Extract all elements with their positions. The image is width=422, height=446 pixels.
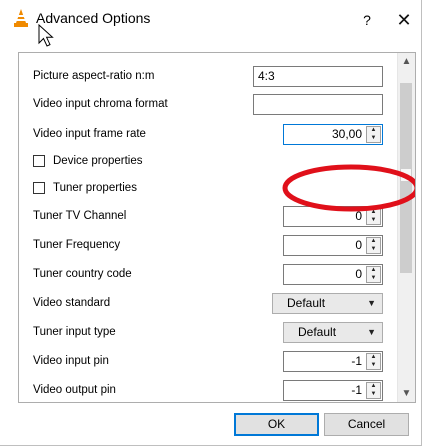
chroma-format-row: Video input chroma format xyxy=(19,92,397,118)
aspect-ratio-input[interactable]: 4:3 xyxy=(253,66,383,87)
tuner-properties-row[interactable]: Tuner properties xyxy=(19,177,397,203)
spin-down-arrow-icon[interactable]: ▼ xyxy=(367,275,380,282)
tuner-input-type-select[interactable]: Default ▼ xyxy=(283,322,383,343)
spin-up-arrow-icon[interactable]: ▲ xyxy=(367,354,380,361)
tuner-country-code-stepper[interactable]: ▲ ▼ xyxy=(366,266,381,283)
ok-button[interactable]: OK xyxy=(234,413,319,436)
video-input-pin-value: -1 xyxy=(351,354,362,368)
video-output-pin-value: -1 xyxy=(351,383,362,397)
spin-down-arrow-icon[interactable]: ▼ xyxy=(367,217,380,224)
vertical-scrollbar[interactable]: ▲ ▼ xyxy=(397,53,415,402)
help-button[interactable]: ? xyxy=(352,8,382,32)
tuner-input-type-value: Default xyxy=(298,325,337,339)
video-standard-label: Video standard xyxy=(33,297,111,309)
close-button[interactable]: ✕ xyxy=(392,8,416,32)
frame-rate-stepper[interactable]: ▲ ▼ xyxy=(366,126,381,143)
mouse-pointer-icon xyxy=(38,24,54,47)
tuner-input-type-label: Tuner input type xyxy=(33,326,116,338)
frame-rate-label: Video input frame rate xyxy=(33,128,146,140)
device-properties-row[interactable]: Device properties xyxy=(19,150,397,176)
aspect-ratio-label: Picture aspect-ratio n:m xyxy=(33,70,155,82)
spin-up-arrow-icon[interactable]: ▲ xyxy=(367,238,380,245)
title-bar: Advanced Options ? ✕ xyxy=(0,0,421,40)
video-input-pin-stepper[interactable]: ▲ ▼ xyxy=(366,353,381,370)
cancel-button[interactable]: Cancel xyxy=(324,413,409,436)
tuner-country-code-spinbox[interactable]: 0 ▲ ▼ xyxy=(283,264,383,285)
spin-up-arrow-icon[interactable]: ▲ xyxy=(367,209,380,216)
tuner-tv-channel-stepper[interactable]: ▲ ▼ xyxy=(366,208,381,225)
tuner-input-type-row: Tuner input type Default ▼ xyxy=(19,320,397,346)
vlc-cone-icon xyxy=(14,9,28,27)
video-input-pin-spinbox[interactable]: -1 ▲ ▼ xyxy=(283,351,383,372)
spin-up-arrow-icon[interactable]: ▲ xyxy=(367,383,380,390)
spin-down-arrow-icon[interactable]: ▼ xyxy=(367,246,380,253)
aspect-ratio-row: Picture aspect-ratio n:m 4:3 xyxy=(19,64,397,90)
frame-rate-row: Video input frame rate 30,00 ▲ ▼ xyxy=(19,122,397,148)
spin-down-arrow-icon[interactable]: ▼ xyxy=(367,391,380,398)
options-panel: Picture aspect-ratio n:m 4:3 Video input… xyxy=(18,52,416,403)
tuner-frequency-label: Tuner Frequency xyxy=(33,239,121,251)
scroll-down-arrow-icon[interactable]: ▼ xyxy=(398,385,415,402)
video-output-pin-spinbox[interactable]: -1 ▲ ▼ xyxy=(283,380,383,401)
chroma-format-input[interactable] xyxy=(253,94,383,115)
advanced-options-dialog: Advanced Options ? ✕ Picture aspect-rati… xyxy=(0,0,422,446)
tuner-frequency-value: 0 xyxy=(355,238,362,252)
tuner-frequency-stepper[interactable]: ▲ ▼ xyxy=(366,237,381,254)
chevron-down-icon: ▼ xyxy=(367,327,376,337)
scroll-up-arrow-icon[interactable]: ▲ xyxy=(398,53,415,70)
device-properties-checkbox[interactable] xyxy=(33,155,45,167)
video-output-pin-label: Video output pin xyxy=(33,384,116,396)
video-standard-row: Video standard Default ▼ xyxy=(19,291,397,317)
tuner-frequency-row: Tuner Frequency 0 ▲ ▼ xyxy=(19,233,397,259)
video-standard-select[interactable]: Default ▼ xyxy=(272,293,383,314)
video-input-pin-label: Video input pin xyxy=(33,355,109,367)
frame-rate-spinbox[interactable]: 30,00 ▲ ▼ xyxy=(283,124,383,145)
spin-up-arrow-icon[interactable]: ▲ xyxy=(367,127,380,134)
spin-down-arrow-icon[interactable]: ▼ xyxy=(367,362,380,369)
spin-up-arrow-icon[interactable]: ▲ xyxy=(367,267,380,274)
chevron-down-icon: ▼ xyxy=(367,298,376,308)
tuner-frequency-spinbox[interactable]: 0 ▲ ▼ xyxy=(283,235,383,256)
scrollbar-grip xyxy=(401,169,411,181)
tuner-tv-channel-spinbox[interactable]: 0 ▲ ▼ xyxy=(283,206,383,227)
tuner-country-code-row: Tuner country code 0 ▲ ▼ xyxy=(19,262,397,288)
video-output-pin-stepper[interactable]: ▲ ▼ xyxy=(366,382,381,399)
frame-rate-value: 30,00 xyxy=(331,127,362,141)
tuner-properties-checkbox[interactable] xyxy=(33,182,45,194)
tuner-tv-channel-value: 0 xyxy=(355,209,362,223)
tuner-properties-label: Tuner properties xyxy=(53,182,137,194)
tuner-tv-channel-label: Tuner TV Channel xyxy=(33,210,127,222)
tuner-country-code-value: 0 xyxy=(355,267,362,281)
video-output-pin-row: Video output pin -1 ▲ ▼ xyxy=(19,378,397,402)
chroma-format-label: Video input chroma format xyxy=(33,98,168,110)
tuner-country-code-label: Tuner country code xyxy=(33,268,132,280)
device-properties-label: Device properties xyxy=(53,155,143,167)
video-input-pin-row: Video input pin -1 ▲ ▼ xyxy=(19,349,397,375)
tuner-tv-channel-row: Tuner TV Channel 0 ▲ ▼ xyxy=(19,204,397,230)
video-standard-value: Default xyxy=(287,296,326,310)
spin-down-arrow-icon[interactable]: ▼ xyxy=(367,135,380,142)
